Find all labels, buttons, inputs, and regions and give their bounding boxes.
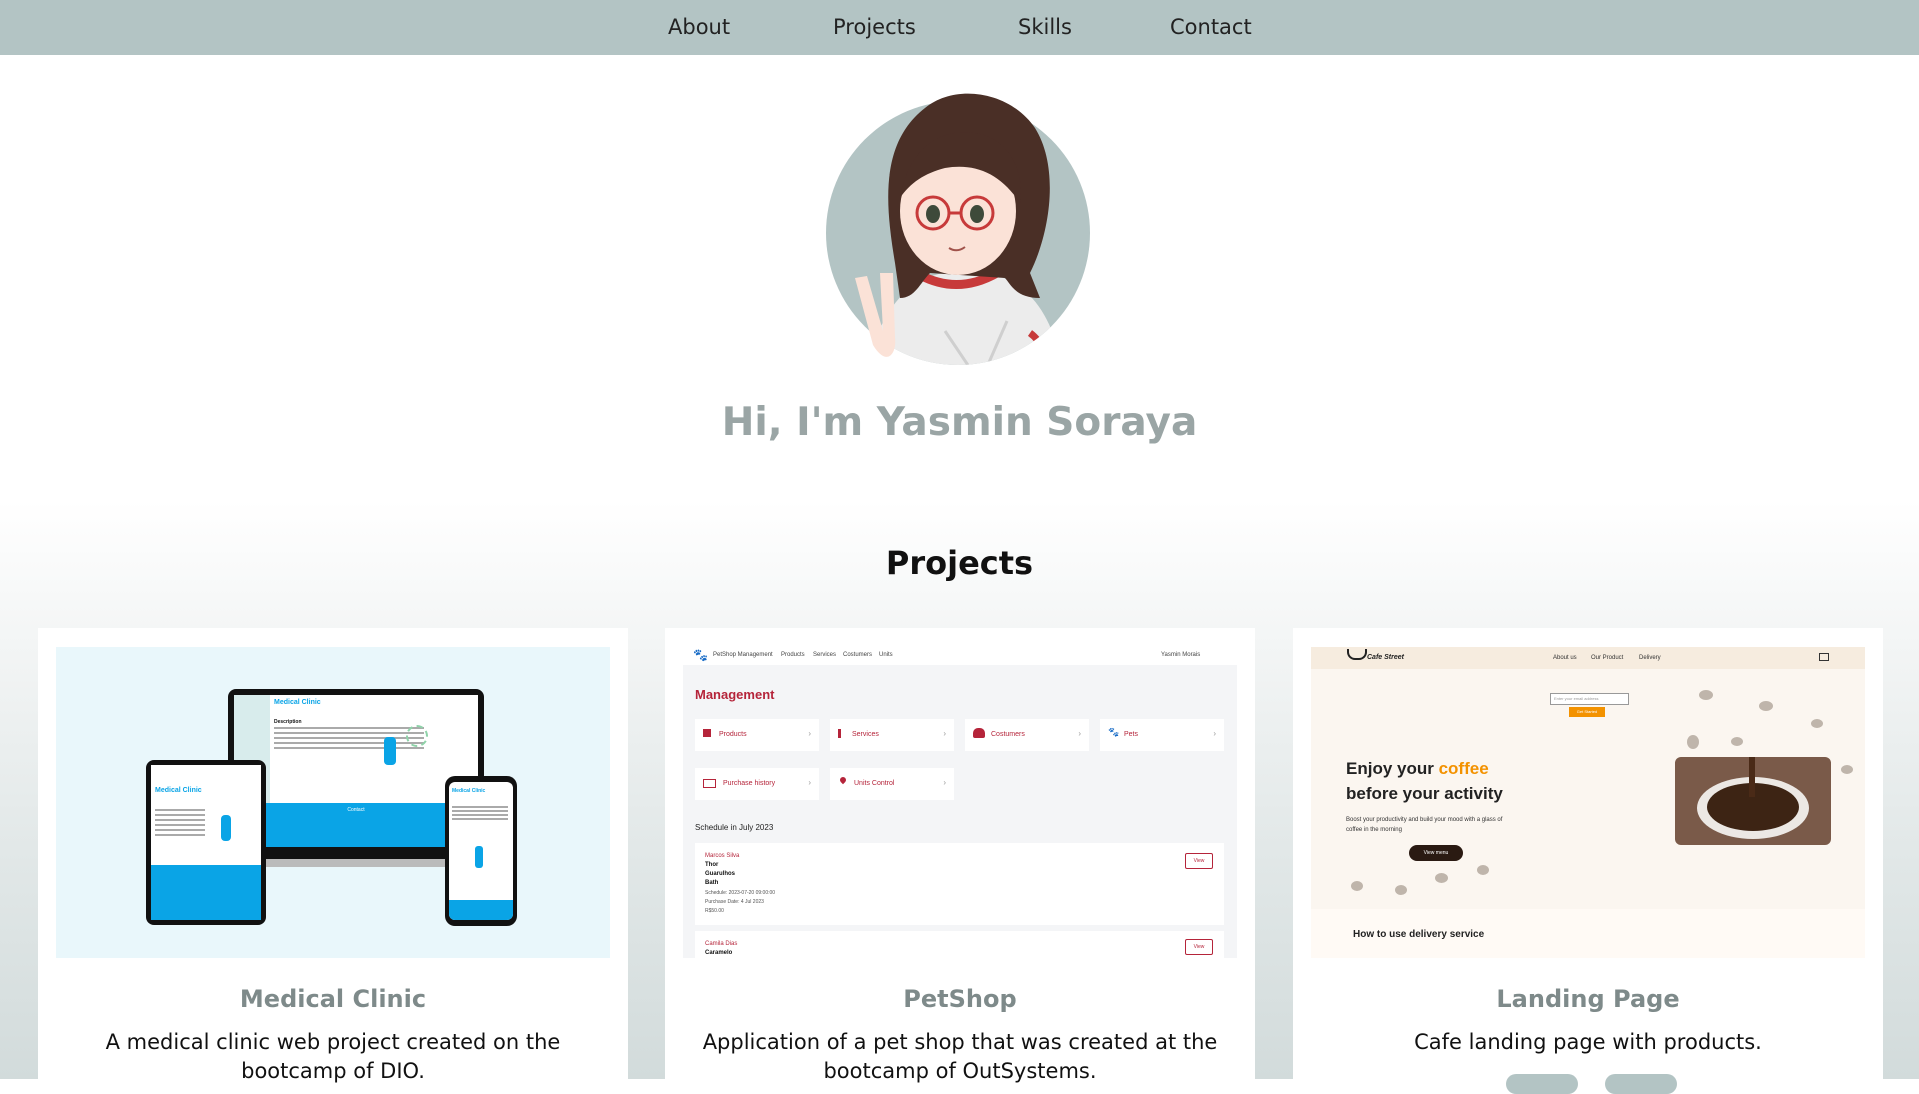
paw-icon: 🐾 (693, 648, 708, 662)
tile-label: Purchase history (723, 780, 776, 787)
nav-contact-link[interactable]: Contact (1170, 0, 1252, 55)
card-title: Medical Clinic (239, 985, 427, 1013)
petshop-thumbnail[interactable]: 🐾 PetShop Management Products Services C… (683, 647, 1237, 958)
list-icon (838, 729, 841, 738)
cafe-logo: Cafe Street (1367, 654, 1404, 661)
users-icon (973, 728, 985, 738)
tag-pill[interactable] (1605, 1074, 1677, 1094)
cafe-section-heading: How to use delivery service (1353, 929, 1485, 940)
hero-title: Hi, I'm Yasmin Soraya (721, 400, 1198, 445)
entry-line: Guarulhos (705, 871, 736, 877)
coffee-bean-icon (1699, 690, 1713, 700)
nav-skills-link[interactable]: Skills (1018, 0, 1072, 55)
coffee-cup-image (1675, 757, 1831, 845)
chevron-right-icon: › (1213, 729, 1216, 738)
paw-icon: 🐾 (1108, 727, 1120, 737)
cart-icon (703, 729, 711, 737)
top-nav: About Projects Skills Contact (0, 0, 1919, 55)
projects-heading: Projects (885, 544, 1034, 582)
coffee-bean-icon (1759, 701, 1773, 711)
coffee-bean-icon (1477, 865, 1489, 875)
project-card-petshop[interactable]: 🐾 PetShop Management Products Services C… (665, 628, 1255, 1088)
entry-line: R$50.00 (705, 908, 724, 914)
thumb-nav-item: Services (813, 652, 837, 658)
coffee-bean-icon (1435, 873, 1448, 883)
card-title: PetShop (903, 985, 1017, 1013)
card-title: Landing Page (1496, 985, 1680, 1013)
coffee-bean-icon (1811, 719, 1823, 728)
coffee-bean-icon (1731, 737, 1743, 746)
thumb-nav-item: Costumers (843, 652, 873, 658)
chevron-right-icon: › (943, 778, 946, 787)
tile-label: Services (852, 731, 879, 738)
project-card-medical-clinic[interactable]: Medical Clinic Description Contact Medic… (38, 628, 628, 1088)
tile-label: Costumers (991, 731, 1025, 738)
money-icon (703, 779, 716, 788)
schedule-entry: Marcos Silva Thor Guarulhos Bath Schedul… (695, 843, 1224, 925)
view-menu-button[interactable]: View menu (1409, 845, 1463, 861)
thumb-nav-item: Our Product (1591, 655, 1624, 661)
view-button[interactable]: View (1185, 939, 1213, 955)
coffee-bean-icon (1841, 765, 1853, 774)
entry-pet: Caramelo (705, 950, 733, 956)
card-description: Cafe landing page with products. (1414, 1030, 1762, 1054)
cafe-headline: Enjoy your coffee (1346, 759, 1489, 778)
entry-line: Purchase Date: 4 Jul 2023 (705, 899, 764, 905)
entry-name: Camila Dias (705, 941, 738, 947)
coffee-bean-icon (1351, 881, 1363, 891)
tag-pill[interactable] (1506, 1074, 1578, 1094)
landing-page-thumbnail[interactable]: Cafe Street About us Our Product Deliver… (1311, 647, 1865, 958)
coffee-bean-icon (1687, 735, 1699, 749)
thumb-heading: Management (695, 687, 775, 702)
entry-name: Marcos Silva (705, 853, 740, 859)
tile-label: Pets (1124, 731, 1139, 738)
cafe-subtext: Boost your productivity and build your m… (1346, 817, 1503, 833)
card-description: Application of a pet shop that was creat… (702, 1030, 1218, 1083)
entry-pet: Thor (705, 862, 719, 868)
thumb-user: Yasmin Morais (1161, 652, 1201, 658)
tablet-illustration: Medical Clinic (146, 760, 266, 925)
coffee-bean-icon (1395, 885, 1407, 895)
chevron-right-icon: › (1078, 729, 1081, 738)
view-button[interactable]: View (1185, 853, 1213, 869)
thumb-nav-item: About us (1553, 655, 1577, 661)
laptop-footer: Contact (347, 807, 365, 813)
chevron-right-icon: › (808, 729, 811, 738)
chevron-right-icon: › (808, 778, 811, 787)
phone-illustration: Medical Clinic (445, 776, 517, 926)
nav-projects-link[interactable]: Projects (833, 0, 916, 55)
thumb-nav-item: Delivery (1639, 655, 1661, 661)
medical-clinic-thumbnail[interactable]: Medical Clinic Description Contact Medic… (56, 647, 610, 958)
nav-about-link[interactable]: About (668, 0, 730, 55)
get-started-button[interactable]: Get Started (1569, 707, 1605, 717)
card-description: A medical clinic web project created on … (105, 1030, 561, 1083)
email-input[interactable]: Enter your email address (1550, 693, 1629, 705)
tile-label: Units Control (854, 780, 895, 787)
laptop-desc-heading: Description (274, 719, 302, 725)
cart-icon (1819, 653, 1829, 661)
entry-line: Bath (705, 880, 719, 886)
thumb-nav-item: Products (781, 652, 805, 658)
location-pin-icon (838, 775, 848, 785)
tablet-brand: Medical Clinic (155, 787, 202, 794)
cafe-headline-2: before your activity (1346, 784, 1503, 803)
project-card-landing-page[interactable]: Cafe Street About us Our Product Deliver… (1293, 628, 1883, 1094)
phone-brand: Medical Clinic (452, 788, 486, 794)
chevron-right-icon: › (943, 729, 946, 738)
tile-label: Products (719, 731, 747, 738)
thumb-nav-item: PetShop Management (713, 652, 773, 658)
avatar (826, 93, 1090, 365)
schedule-entry: Camila Dias Caramelo View (695, 931, 1224, 958)
thumb-nav-item: Units (879, 652, 893, 658)
laptop-brand: Medical Clinic (274, 699, 321, 706)
schedule-title: Schedule in July 2023 (695, 823, 774, 832)
entry-line: Schedule: 2023-07-20 09:00:00 (705, 890, 776, 896)
cafe-cup-icon (1347, 649, 1367, 660)
